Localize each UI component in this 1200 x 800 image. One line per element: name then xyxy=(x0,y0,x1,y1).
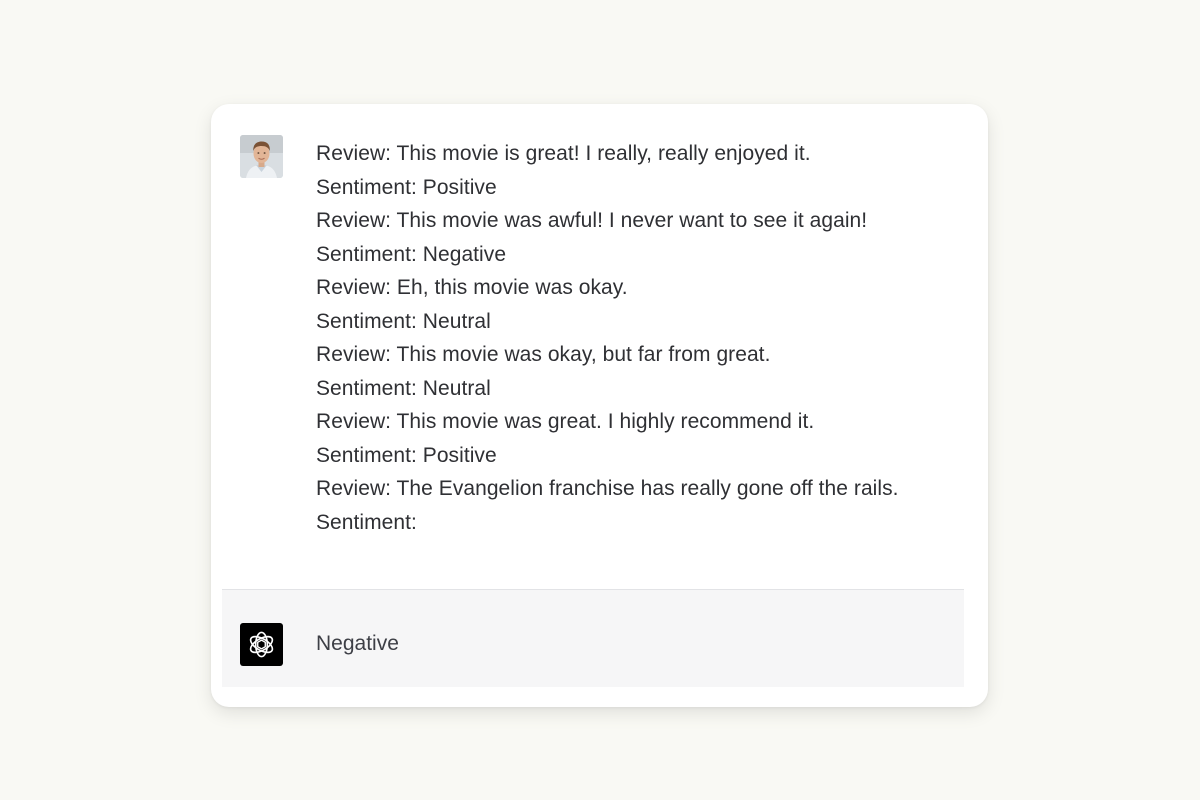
user-prompt: Review: This movie is great! I really, r… xyxy=(316,137,966,539)
prompt-line: Sentiment: Neutral xyxy=(316,376,491,400)
prompt-line: Review: This movie was okay, but far fro… xyxy=(316,343,771,366)
assistant-avatar xyxy=(240,623,283,666)
prompt-line: Review: This movie is great! I really, r… xyxy=(316,142,811,165)
chat-card: Review: This movie is great! I really, r… xyxy=(211,104,988,707)
prompt-line: Review: This movie was awful! I never wa… xyxy=(316,209,868,232)
prompt-line: Sentiment: Negative xyxy=(316,242,507,266)
openai-logo-icon xyxy=(249,631,274,658)
user-avatar-photo-icon xyxy=(240,135,283,178)
prompt-line: Review: Eh, this movie was okay. xyxy=(316,276,628,299)
assistant-response: Negative xyxy=(222,589,964,687)
prompt-line: Sentiment: xyxy=(316,510,417,534)
prompt-line: Sentiment: Positive xyxy=(316,175,497,199)
prompt-line: Sentiment: Positive xyxy=(316,443,497,467)
prompt-line: Review: The Evangelion franchise has rea… xyxy=(316,477,899,500)
prompt-line: Sentiment: Neutral xyxy=(316,309,491,333)
assistant-response-text: Negative xyxy=(316,632,399,655)
prompt-line: Review: This movie was great. I highly r… xyxy=(316,410,815,433)
user-avatar xyxy=(240,135,283,178)
